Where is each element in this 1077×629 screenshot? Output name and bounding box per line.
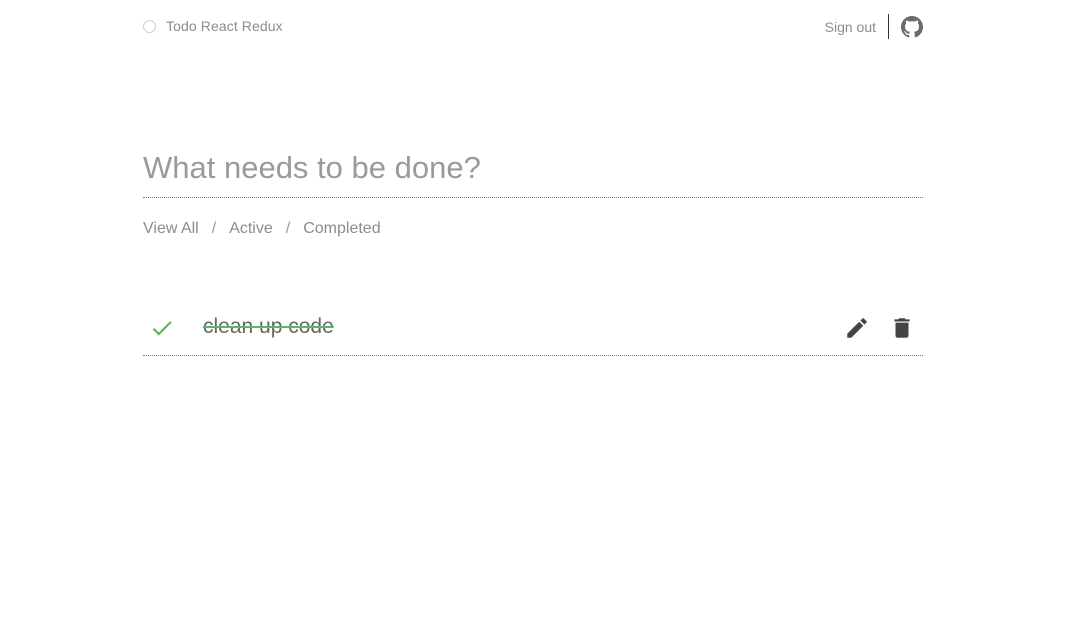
github-link[interactable] xyxy=(901,15,923,38)
filter-completed[interactable]: Completed xyxy=(303,220,380,238)
new-task-form xyxy=(143,140,923,198)
task-item: clean up code xyxy=(143,300,923,356)
filter-view-all[interactable]: View All xyxy=(143,220,199,238)
sign-out-button[interactable]: Sign out xyxy=(825,19,876,35)
filter-active[interactable]: Active xyxy=(229,220,273,238)
trash-icon xyxy=(894,318,910,338)
filter-separator: / xyxy=(285,220,291,237)
new-task-input[interactable] xyxy=(143,140,923,196)
filter-separator: / xyxy=(211,220,217,237)
task-title: clean up code xyxy=(203,315,334,338)
toggle-complete-button[interactable] xyxy=(149,315,175,341)
delete-task-button[interactable] xyxy=(889,315,915,341)
check-icon xyxy=(152,321,172,336)
github-icon xyxy=(901,15,923,37)
brand-title: Todo React Redux xyxy=(166,18,283,34)
pencil-icon xyxy=(847,318,867,338)
header-actions: Sign out xyxy=(825,14,923,39)
task-filters: View All / Active / Completed xyxy=(143,220,381,238)
edit-task-button[interactable] xyxy=(844,315,870,341)
circle-icon xyxy=(143,19,156,33)
brand-link[interactable]: Todo React Redux xyxy=(143,18,283,34)
app-container: Todo React Redux Sign out View All / Act… xyxy=(143,0,923,356)
header-divider xyxy=(888,14,889,39)
header: Todo React Redux Sign out xyxy=(143,0,923,55)
